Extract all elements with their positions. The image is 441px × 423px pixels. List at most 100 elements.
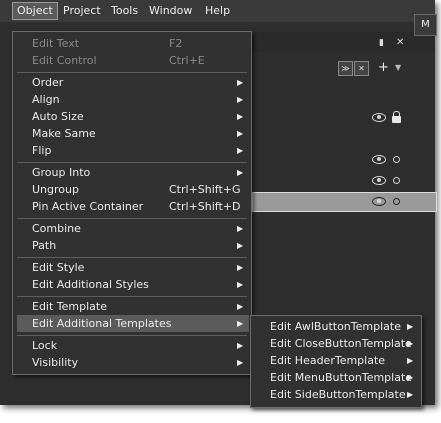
menu-item-label: Combine xyxy=(32,222,81,235)
submenu-item-edit-side-button-template[interactable]: Edit SideButtonTemplate ▶ xyxy=(251,386,421,403)
panel-tab-strip xyxy=(252,32,435,52)
submenu-arrow-icon: ▶ xyxy=(237,358,244,367)
menu-item-align[interactable]: Align ▶ xyxy=(13,91,251,108)
submenu-arrow-icon: ▶ xyxy=(237,146,244,155)
menu-item-label: Order xyxy=(32,76,64,89)
menu-item-pin-active-container[interactable]: Pin Active Container Ctrl+Shift+D xyxy=(13,198,251,215)
menu-item-ungroup[interactable]: Ungroup Ctrl+Shift+G xyxy=(13,181,251,198)
menu-bar: Object Project Tools Window Help xyxy=(0,0,435,22)
submenu-arrow-icon: ▶ xyxy=(237,95,244,104)
menu-item-label: Visibility xyxy=(32,356,79,369)
submenu-arrow-icon: ▶ xyxy=(237,263,244,272)
submenu-item-edit-close-button-template[interactable]: Edit CloseButtonTemplate ▶ xyxy=(251,335,421,352)
add-button[interactable]: + xyxy=(378,60,389,75)
menu-item-lock[interactable]: Lock ▶ xyxy=(13,337,251,354)
menu-tools[interactable]: Tools xyxy=(107,3,142,19)
menu-separator xyxy=(17,162,247,163)
submenu-item-label: Edit CloseButtonTemplate xyxy=(270,337,412,350)
additional-templates-submenu: Edit AwlButtonTemplate ▶ Edit CloseButto… xyxy=(250,315,422,408)
menu-item-edit-control: Edit Control Ctrl+E xyxy=(13,52,251,69)
menu-item-label: Path xyxy=(32,239,57,252)
pin-icon[interactable]: ▮ xyxy=(379,38,384,48)
menu-window[interactable]: Window xyxy=(145,3,196,19)
menu-item-label: Make Same xyxy=(32,127,96,140)
menu-item-label: Edit Additional Styles xyxy=(32,278,149,291)
submenu-arrow-icon: ▶ xyxy=(237,112,244,121)
menu-item-label: Align xyxy=(32,93,60,106)
menu-separator xyxy=(17,296,247,297)
menu-item-visibility[interactable]: Visibility ▶ xyxy=(13,354,251,371)
submenu-arrow-icon: ▶ xyxy=(407,390,414,399)
menu-item-label: Lock xyxy=(32,339,58,352)
menu-item-group-into[interactable]: Group Into ▶ xyxy=(13,164,251,181)
chevron-down-icon[interactable]: ▼ xyxy=(395,63,401,72)
lock-icon[interactable] xyxy=(392,111,401,123)
menu-item-combine[interactable]: Combine ▶ xyxy=(13,220,251,237)
layer-row[interactable] xyxy=(252,150,435,168)
menu-separator xyxy=(17,335,247,336)
eye-icon[interactable] xyxy=(372,176,386,185)
submenu-arrow-icon: ▶ xyxy=(407,339,414,348)
menu-item-label: Edit Template xyxy=(32,300,107,313)
menu-help[interactable]: Help xyxy=(201,3,234,19)
menu-item-edit-text: Edit Text F2 xyxy=(13,35,251,52)
submenu-item-edit-header-template[interactable]: Edit HeaderTemplate ▶ xyxy=(251,352,421,369)
menu-item-order[interactable]: Order ▶ xyxy=(13,74,251,91)
submenu-arrow-icon: ▶ xyxy=(237,319,244,328)
menu-item-edit-additional-styles[interactable]: Edit Additional Styles ▶ xyxy=(13,276,251,293)
submenu-arrow-icon: ▶ xyxy=(237,280,244,289)
submenu-arrow-icon: ▶ xyxy=(407,373,414,382)
menu-item-auto-size[interactable]: Auto Size ▶ xyxy=(13,108,251,125)
eye-icon[interactable] xyxy=(372,113,386,122)
menu-item-shortcut: Ctrl+Shift+D xyxy=(169,200,241,213)
lock-toggle-icon[interactable] xyxy=(393,177,400,184)
menu-item-label: Ungroup xyxy=(32,183,79,196)
lock-toggle-icon[interactable] xyxy=(393,156,400,163)
menu-separator xyxy=(17,257,247,258)
layer-row[interactable] xyxy=(252,171,435,189)
layer-row[interactable] xyxy=(252,108,435,126)
submenu-item-label: Edit SideButtonTemplate xyxy=(270,388,406,401)
menu-separator xyxy=(17,72,247,73)
menu-object[interactable]: Object xyxy=(12,2,58,20)
submenu-item-label: Edit MenuButtonTemplate xyxy=(270,371,413,384)
close-icon[interactable]: ✕ xyxy=(354,61,369,76)
menu-item-make-same[interactable]: Make Same ▶ xyxy=(13,125,251,142)
corner-tab[interactable]: M xyxy=(414,14,437,36)
submenu-arrow-icon: ▶ xyxy=(237,168,244,177)
menu-item-edit-additional-templates[interactable]: Edit Additional Templates ▶ xyxy=(17,315,249,332)
menu-item-edit-style[interactable]: Edit Style ▶ xyxy=(13,259,251,276)
submenu-item-edit-awl-button-template[interactable]: Edit AwlButtonTemplate ▶ xyxy=(251,318,421,335)
menu-item-shortcut: Ctrl+E xyxy=(169,54,205,67)
eye-icon[interactable] xyxy=(372,197,386,206)
eye-icon[interactable] xyxy=(372,155,386,164)
submenu-arrow-icon: ▶ xyxy=(237,241,244,250)
menu-item-label: Flip xyxy=(32,144,52,157)
menu-project[interactable]: Project xyxy=(59,3,105,19)
menu-item-path[interactable]: Path ▶ xyxy=(13,237,251,254)
submenu-arrow-icon: ▶ xyxy=(237,78,244,87)
application-window: Object Project Tools Window Help ▮ ✕ M ≫… xyxy=(0,0,437,408)
close-icon[interactable]: ✕ xyxy=(396,37,404,48)
menu-item-label: Pin Active Container xyxy=(32,200,144,213)
submenu-arrow-icon: ▶ xyxy=(237,341,244,350)
menu-item-edit-template[interactable]: Edit Template ▶ xyxy=(13,298,251,315)
menu-separator xyxy=(17,218,247,219)
menu-item-label: Auto Size xyxy=(32,110,84,123)
submenu-arrow-icon: ▶ xyxy=(237,224,244,233)
menu-item-label: Edit Style xyxy=(32,261,85,274)
submenu-arrow-icon: ▶ xyxy=(407,322,414,331)
submenu-arrow-icon: ▶ xyxy=(237,302,244,311)
collapse-all-icon[interactable]: ≫ xyxy=(338,61,353,76)
menu-item-shortcut: F2 xyxy=(169,37,183,50)
menu-item-label: Group Into xyxy=(32,166,91,179)
menu-item-flip[interactable]: Flip ▶ xyxy=(13,142,251,159)
menu-item-label: Edit Control xyxy=(32,54,97,67)
object-menu: Edit Text F2 Edit Control Ctrl+E Order ▶… xyxy=(12,31,252,375)
submenu-arrow-icon: ▶ xyxy=(237,129,244,138)
submenu-arrow-icon: ▶ xyxy=(407,356,414,365)
submenu-item-edit-menu-button-template[interactable]: Edit MenuButtonTemplate ▶ xyxy=(251,369,421,386)
lock-toggle-icon[interactable] xyxy=(393,198,400,205)
submenu-item-label: Edit HeaderTemplate xyxy=(270,354,386,367)
layer-row-selected[interactable] xyxy=(252,192,437,212)
